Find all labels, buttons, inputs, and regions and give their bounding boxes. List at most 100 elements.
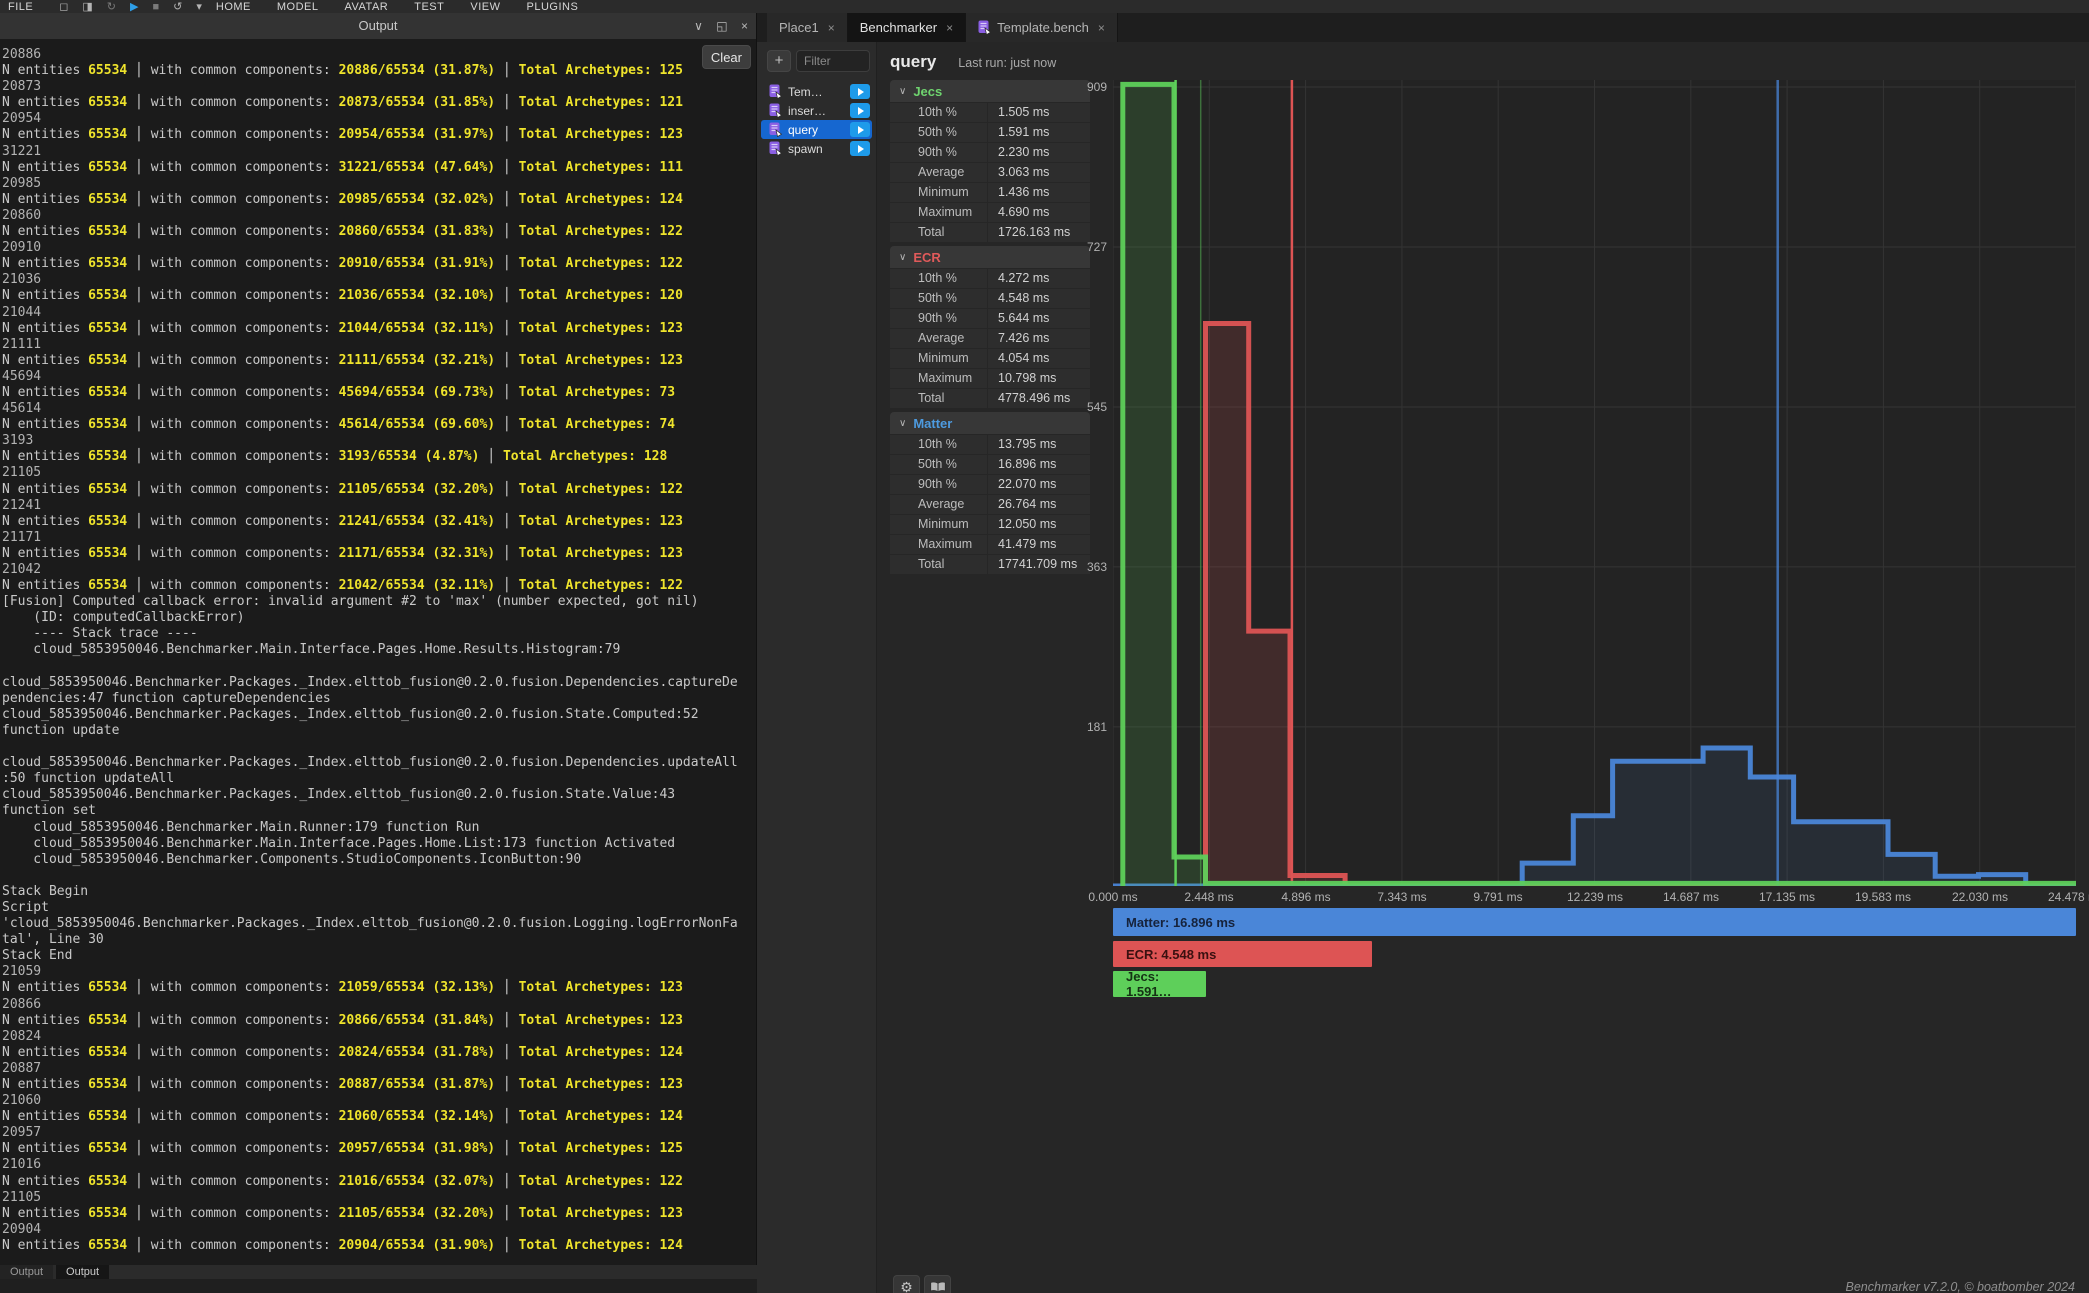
dock-icon[interactable]: ◱ [716,19,727,33]
redo-icon[interactable]: ↻ [107,0,116,13]
menu-test[interactable]: TEST [414,0,444,13]
console-line: 20985 [2,176,756,192]
run-benchmark-button[interactable] [850,141,870,156]
console-line: 21059 [2,964,756,980]
console-line [2,739,756,755]
console-line: 21042 [2,562,756,578]
console-line: N entities 65534 │ with common component… [2,1077,756,1093]
console-line: N entities 65534 │ with common component… [2,1045,756,1061]
tab-place1[interactable]: Place1 × [767,13,848,42]
stat-value: 1.591 ms [988,123,1090,142]
dropdown-caret-icon[interactable]: ▾ [196,0,202,13]
script-icon [769,141,782,156]
bench-item-tem[interactable]: Tem… [761,82,872,101]
docs-button[interactable] [924,1275,951,1293]
menu-home[interactable]: HOME [216,0,251,13]
play-icon[interactable]: ▶ [130,0,138,13]
chevron-down-icon: ∨ [899,252,906,263]
run-benchmark-button[interactable] [850,84,870,99]
console-line: ---- Stack trace ---- [2,626,756,642]
stat-row: 10th %13.795 ms [890,434,1090,454]
console-line: cloud_5853950046.Benchmarker.Packages._I… [2,675,756,691]
output-console[interactable]: Clear 20886 N entities 65534 │ with commo… [0,39,756,1265]
console-line: 31221 [2,144,756,160]
stat-label: 10th % [890,103,988,122]
bench-item-spawn[interactable]: spawn [761,139,872,158]
add-benchmark-button[interactable]: + [767,50,791,72]
console-line: 20904 [2,1222,756,1238]
stat-label: Maximum [890,369,988,388]
x-axis-label: 0.000 ms [1088,890,1137,904]
console-line: N entities 65534 │ with common component… [2,1238,756,1254]
stats-section-header[interactable]: ∨ECR [890,246,1090,268]
stat-row: 50th %4.548 ms [890,288,1090,308]
stats-section-header[interactable]: ∨Jecs [890,80,1090,102]
roblox-studio-window: FILE ◻ ◨ ↻ ▶ ■ ↺ ▾ HOME MODEL AVATAR TEST VIEW PLUGIN… [0,0,2089,1293]
console-line: 20957 [2,1125,756,1141]
output-dock-tab[interactable]: Output [0,1265,53,1279]
stat-value: 17741.709 ms [988,555,1090,574]
menu-file[interactable]: FILE [8,0,33,13]
script-icon [769,122,782,137]
publish-icon[interactable]: ◨ [82,0,92,13]
output-panel: Output ∨ ◱ × Clear 20886 N entities 65534… [0,13,757,1279]
stat-row: Minimum12.050 ms [890,514,1090,534]
script-icon [769,84,782,99]
x-axis-label: 4.896 ms [1281,890,1330,904]
stat-value: 1.505 ms [988,103,1090,122]
legend-bar-jecs: Jecs: 1.591… [1113,971,1206,997]
stats-section-jecs: ∨Jecs10th %1.505 ms50th %1.591 ms90th %2… [890,80,1090,242]
tab-template-bench[interactable]: Template.bench× [966,13,1118,42]
stat-label: Average [890,329,988,348]
console-line: 20887 [2,1061,756,1077]
tab-label: Place1 [779,20,819,35]
console-line: 20886 [2,47,756,63]
console-line: 21171 [2,530,756,546]
run-benchmark-button[interactable] [850,122,870,137]
run-benchmark-button[interactable] [850,103,870,118]
menu-plugins[interactable]: PLUGINS [527,0,579,13]
tab-benchmarker[interactable]: Benchmarker× [848,13,966,42]
tab-close-icon[interactable]: × [1098,21,1105,35]
stat-row: Maximum41.479 ms [890,534,1090,554]
stat-value: 26.764 ms [988,495,1090,514]
stat-label: Total [890,223,988,242]
stat-value: 13.795 ms [988,435,1090,454]
stat-row: Maximum4.690 ms [890,202,1090,222]
output-dock-tab[interactable]: Output [56,1265,109,1279]
console-line: 20873 [2,79,756,95]
bench-item-inser[interactable]: inser… [761,101,872,120]
copy-icon[interactable]: ◻ [59,0,68,13]
close-icon[interactable]: × [741,19,748,33]
stats-section-header[interactable]: ∨Matter [890,412,1090,434]
settings-button[interactable]: ⚙ [893,1275,920,1293]
tab-close-icon[interactable]: × [828,21,835,35]
stat-value: 10.798 ms [988,369,1090,388]
chevron-down-icon: ∨ [899,86,906,97]
filter-input[interactable] [796,50,870,72]
console-line: N entities 65534 │ with common component… [2,385,756,401]
bench-item-query[interactable]: query [761,120,872,139]
clear-button[interactable]: Clear [702,45,751,69]
stat-value: 5.644 ms [988,309,1090,328]
stop-icon[interactable]: ■ [152,0,159,13]
console-line: N entities 65534 │ with common component… [2,1109,756,1125]
menu-avatar[interactable]: AVATAR [345,0,389,13]
stat-value: 4778.496 ms [988,389,1090,408]
tab-close-icon[interactable]: × [946,21,953,35]
chevron-down-icon[interactable]: ∨ [694,19,703,33]
undo-icon[interactable]: ↺ [173,0,182,13]
menu-view[interactable]: VIEW [470,0,500,13]
stat-value: 41.479 ms [988,535,1090,554]
stats-section-ecr: ∨ECR10th %4.272 ms50th %4.548 ms90th %5.… [890,246,1090,408]
stat-row: 90th %2.230 ms [890,142,1090,162]
output-bottom-tabs: OutputOutput [0,1265,757,1279]
console-line: 'cloud_5853950046.Benchmarker.Packages._… [2,916,756,932]
console-line: 21044 [2,305,756,321]
menu-model[interactable]: MODEL [277,0,319,13]
console-line: 21036 [2,272,756,288]
stat-row: Total17741.709 ms [890,554,1090,574]
x-axis-label: 14.687 ms [1663,890,1719,904]
play-icon [858,145,864,153]
console-line: N entities 65534 │ with common component… [2,1013,756,1029]
